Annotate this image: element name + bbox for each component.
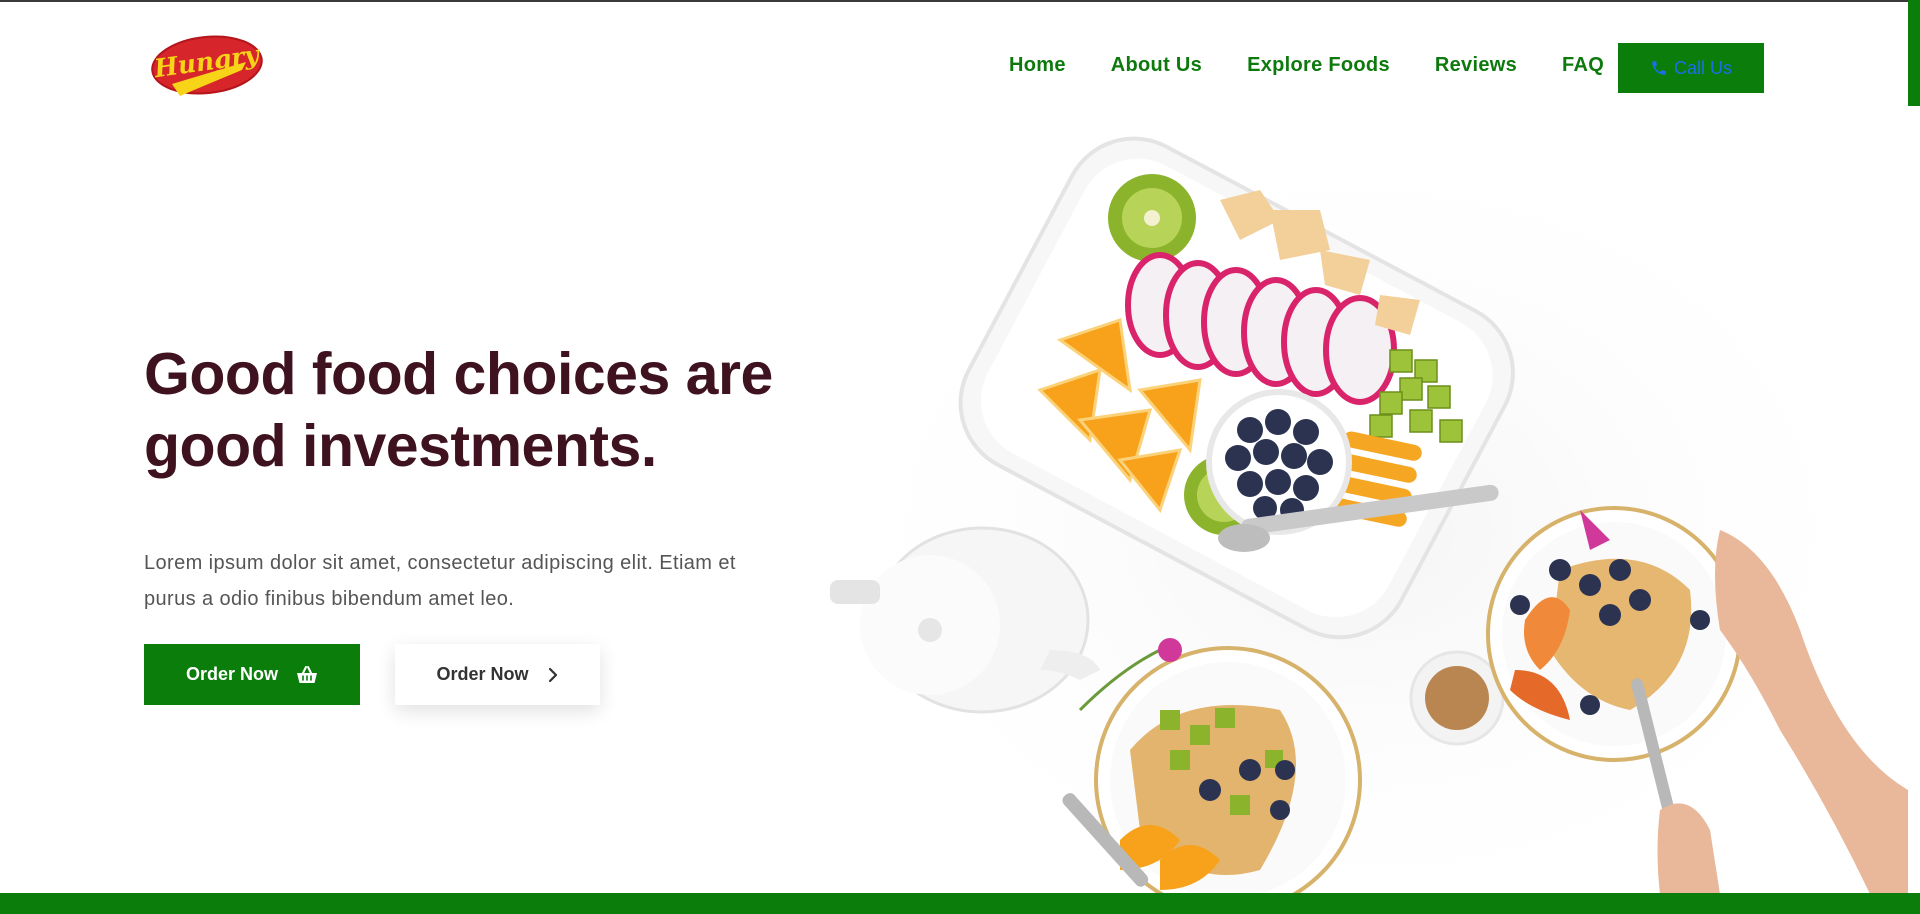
hero-headline: Good food choices are good investments. [144, 338, 844, 482]
description-line-2: purus a odio finibus bibendum amet leo. [144, 588, 515, 610]
nav-reviews[interactable]: Reviews [1435, 54, 1517, 77]
order-now-secondary-button[interactable]: Order Now [395, 644, 600, 705]
hero-food-image [760, 110, 1920, 914]
headline-line-1: Good food choices are [144, 341, 773, 407]
description-line-1: Lorem ipsum dolor sit amet, consectetur … [144, 552, 736, 574]
nav-home[interactable]: Home [1009, 54, 1066, 77]
scrollbar-thumb[interactable] [1908, 0, 1920, 106]
main-nav: Home About Us Explore Foods Reviews FAQ [1009, 54, 1649, 77]
call-us-button[interactable]: Call Us [1618, 43, 1764, 93]
brand-logo[interactable]: Hungry [150, 34, 264, 100]
chevron-right-icon [547, 667, 559, 683]
nav-explore-foods[interactable]: Explore Foods [1247, 54, 1390, 77]
basket-icon [296, 665, 318, 685]
page-scrollbar[interactable] [1908, 0, 1920, 914]
order-now-secondary-label: Order Now [436, 664, 529, 684]
nav-faq[interactable]: FAQ [1562, 54, 1604, 77]
hero-description: Lorem ipsum dolor sit amet, consectetur … [144, 545, 804, 617]
order-now-button[interactable]: Order Now [144, 644, 360, 705]
phone-icon [1652, 61, 1666, 75]
top-border [0, 0, 1920, 2]
order-now-label: Order Now [185, 664, 278, 684]
call-us-label: Call Us [1673, 57, 1732, 78]
headline-line-2: good investments. [144, 413, 657, 479]
bottom-green-bar [0, 893, 1920, 914]
nav-about-us[interactable]: About Us [1111, 54, 1202, 77]
